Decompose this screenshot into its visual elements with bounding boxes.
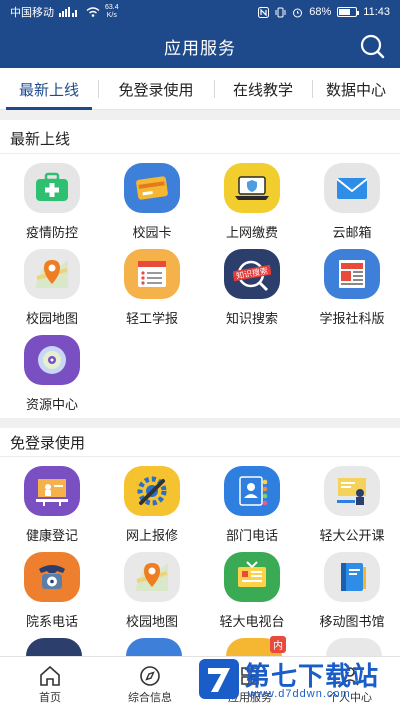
battery-percent: 68% <box>309 6 332 18</box>
clock: 11:43 <box>363 6 390 18</box>
app-resource-center[interactable]: 资源中心 <box>2 335 102 421</box>
divider <box>0 153 400 154</box>
tab-latest[interactable]: 最新上线 <box>0 68 98 110</box>
watermark: 第七下载站 www.d7ddwn.com <box>198 654 394 704</box>
open-course-icon <box>324 466 380 516</box>
tab-online-teaching[interactable]: 在线教学 <box>214 68 312 110</box>
app-label: 网上报修 <box>125 528 178 543</box>
app-journal-social[interactable]: 学报社科版 <box>302 249 400 335</box>
app-label: 知识搜索 <box>225 311 278 326</box>
nfc-icon <box>258 6 270 18</box>
map-pin-icon <box>24 249 80 299</box>
nav-general-info[interactable]: 综合信息 <box>100 657 200 710</box>
app-label: 疫情防控 <box>25 225 78 240</box>
tab-no-login[interactable]: 免登录使用 <box>98 68 214 110</box>
section-gap <box>0 418 400 428</box>
app-label: 轻大公开课 <box>319 528 385 543</box>
app-header: 应用服务 <box>0 24 400 68</box>
app-health-registration[interactable]: 健康登记 <box>2 466 102 552</box>
app-campus-map-2[interactable]: 校园地图 <box>102 552 202 638</box>
app-internet-payment[interactable]: 上网缴费 <box>202 163 302 249</box>
tv-station-icon <box>224 552 280 602</box>
search-icon[interactable] <box>358 33 386 59</box>
newspaper-icon <box>324 249 380 299</box>
presentation-icon <box>24 466 80 516</box>
app-label: 轻工学报 <box>125 311 178 326</box>
app-screen: 中国移动 63.4 K/s 68% 11:43 应用服务 最新上线 免登录使用 … <box>0 0 400 710</box>
battery-level-fill <box>339 9 351 15</box>
nav-home[interactable]: 首页 <box>0 657 100 710</box>
app-faculty-phone[interactable]: 院系电话 <box>2 552 102 638</box>
app-cloud-mail[interactable]: 云邮箱 <box>302 163 400 249</box>
section-title-no-login: 免登录使用 <box>10 435 86 452</box>
wrench-gear-icon <box>124 466 180 516</box>
map-pin-icon <box>124 552 180 602</box>
battery-icon <box>337 7 360 17</box>
laptop-shield-icon <box>224 163 280 213</box>
app-label: 院系电话 <box>25 614 78 629</box>
app-campus-map[interactable]: 校园地图 <box>2 249 102 335</box>
disc-icon <box>24 335 80 385</box>
app-label: 云邮箱 <box>332 225 372 240</box>
app-mobile-library[interactable]: 移动图书馆 <box>302 552 400 638</box>
mail-icon <box>324 163 380 213</box>
app-label: 资源中心 <box>25 397 78 412</box>
compass-icon <box>140 666 160 686</box>
app-label: 部门电话 <box>225 528 278 543</box>
app-label: 校园地图 <box>125 614 178 629</box>
app-label: 移动图书馆 <box>319 614 385 629</box>
page-title: 应用服务 <box>164 38 236 58</box>
carrier-label: 中国移动 <box>10 7 54 19</box>
medical-kit-icon <box>24 163 80 213</box>
campus-card-icon <box>124 163 180 213</box>
partial-app-badge: 内 <box>270 636 286 653</box>
category-tabs: 最新上线 免登录使用 在线教学 数据中心 <box>0 68 400 110</box>
app-department-phone[interactable]: 部门电话 <box>202 466 302 552</box>
wifi-icon <box>86 7 100 17</box>
app-label: 轻大电视台 <box>219 614 285 629</box>
vibrate-icon <box>275 7 286 17</box>
app-label: 校园地图 <box>25 311 78 326</box>
knowledge-search-icon: 知识搜索 <box>224 249 280 299</box>
journal-list-icon <box>124 249 180 299</box>
watermark-url: www.d7ddwn.com <box>248 688 351 700</box>
app-label: 学报社科版 <box>319 311 385 326</box>
app-journal[interactable]: 轻工学报 <box>102 249 202 335</box>
nav-label: 综合信息 <box>128 692 172 704</box>
app-tv-station[interactable]: 轻大电视台 <box>202 552 302 638</box>
app-open-course[interactable]: 轻大公开课 <box>302 466 400 552</box>
divider <box>0 456 400 457</box>
network-speed: 63.4 K/s <box>105 4 119 19</box>
alarm-icon <box>293 8 303 17</box>
app-label: 健康登记 <box>25 528 78 543</box>
app-online-repair[interactable]: 网上报修 <box>102 466 202 552</box>
nav-label: 首页 <box>39 692 61 704</box>
telephone-icon <box>24 552 80 602</box>
app-campus-card[interactable]: 校园卡 <box>102 163 202 249</box>
status-bar: 中国移动 63.4 K/s 68% 11:43 <box>0 0 400 24</box>
contacts-icon <box>224 466 280 516</box>
home-icon <box>40 665 60 686</box>
app-label: 校园卡 <box>132 225 172 240</box>
app-epidemic-control[interactable]: 疫情防控 <box>2 163 102 249</box>
app-knowledge-search[interactable]: 知识搜索 知识搜索 <box>202 249 302 335</box>
section-gap <box>0 110 400 120</box>
watermark-logo-icon <box>199 659 239 699</box>
app-label: 上网缴费 <box>225 225 278 240</box>
section-title-latest: 最新上线 <box>10 131 71 148</box>
tab-data-center[interactable]: 数据中心 <box>312 68 400 110</box>
signal-icon <box>59 7 77 17</box>
book-icon <box>324 552 380 602</box>
